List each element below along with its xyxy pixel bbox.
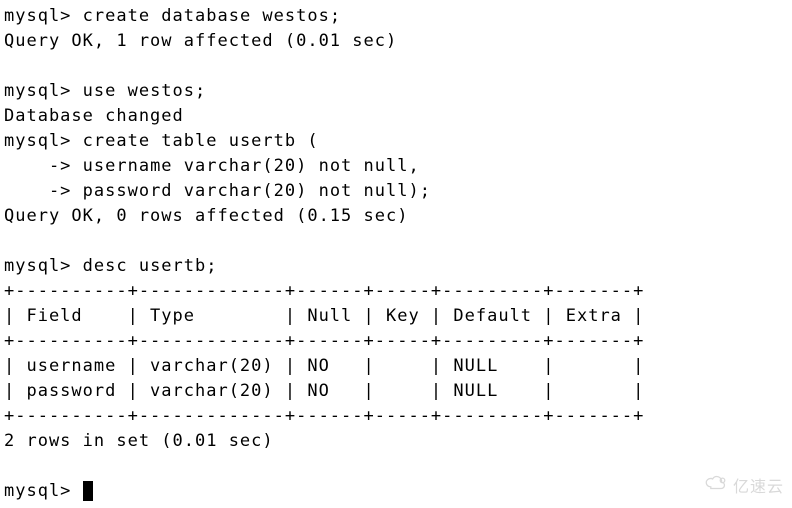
cont-prompt: -> [4,181,83,201]
cmd-create-table: create table usertb ( [83,131,319,151]
table-border: +----------+-------------+------+-----+-… [4,331,644,351]
cont-prompt: -> [4,156,83,176]
cmd-desc: desc usertb; [83,256,218,276]
prompt: mysql> [4,81,83,101]
table-footer: 2 rows in set (0.01 sec) [4,431,274,451]
cloud-icon [703,474,729,499]
resp-use: Database changed [4,106,184,126]
cmd-create-table-l2: password varchar(20) not null); [83,181,431,201]
prompt: mysql> [4,6,83,26]
table-row: | password | varchar(20) | NO | | NULL |… [4,381,644,401]
watermark-text: 亿速云 [733,474,784,499]
prompt: mysql> [4,256,83,276]
cmd-create-db: create database westos; [83,6,341,26]
table-header: | Field | Type | Null | Key | Default | … [4,306,644,326]
cmd-use: use westos; [83,81,207,101]
cursor-icon[interactable] [83,481,93,501]
cmd-create-table-l1: username varchar(20) not null, [83,156,420,176]
table-row: | username | varchar(20) | NO | | NULL |… [4,356,644,376]
resp-create-db: Query OK, 1 row affected (0.01 sec) [4,31,397,51]
table-border: +----------+-------------+------+-----+-… [4,281,644,301]
watermark: 亿速云 [703,474,784,499]
prompt: mysql> [4,131,83,151]
resp-create-table: Query OK, 0 rows affected (0.15 sec) [4,206,408,226]
table-border: +----------+-------------+------+-----+-… [4,406,644,426]
prompt: mysql> [4,481,83,501]
terminal-output: mysql> create database westos; Query OK,… [4,4,788,504]
